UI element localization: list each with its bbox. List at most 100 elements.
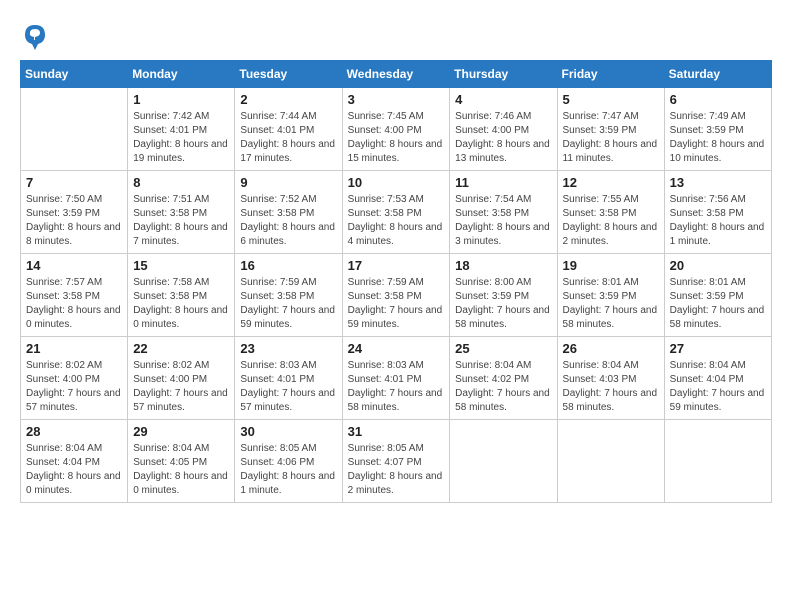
day-number: 4 xyxy=(455,92,551,107)
day-header-friday: Friday xyxy=(557,61,664,88)
calendar-table: SundayMondayTuesdayWednesdayThursdayFrid… xyxy=(20,60,772,503)
day-info: Sunrise: 8:02 AM Sunset: 4:00 PM Dayligh… xyxy=(133,359,229,415)
day-info: Sunrise: 7:58 AM Sunset: 3:58 PM Dayligh… xyxy=(133,276,229,332)
day-info: Sunrise: 8:01 AM Sunset: 3:59 PM Dayligh… xyxy=(670,276,766,332)
day-number: 24 xyxy=(348,341,445,356)
day-number: 9 xyxy=(240,175,336,190)
day-number: 13 xyxy=(670,175,766,190)
day-info: Sunrise: 7:59 AM Sunset: 3:58 PM Dayligh… xyxy=(348,276,445,332)
day-number: 21 xyxy=(26,341,122,356)
calendar-week-row: 7 Sunrise: 7:50 AM Sunset: 3:59 PM Daylig… xyxy=(21,171,772,254)
day-number: 11 xyxy=(455,175,551,190)
day-number: 22 xyxy=(133,341,229,356)
day-number: 12 xyxy=(563,175,659,190)
calendar-cell: 5 Sunrise: 7:47 AM Sunset: 3:59 PM Daylig… xyxy=(557,88,664,171)
calendar-cell: 26Sunrise: 8:04 AM Sunset: 4:03 PM Dayli… xyxy=(557,337,664,420)
day-info: Sunrise: 8:02 AM Sunset: 4:00 PM Dayligh… xyxy=(26,359,122,415)
calendar-cell: 3 Sunrise: 7:45 AM Sunset: 4:00 PM Daylig… xyxy=(342,88,450,171)
day-number: 17 xyxy=(348,258,445,273)
calendar-cell: 4 Sunrise: 7:46 AM Sunset: 4:00 PM Daylig… xyxy=(450,88,557,171)
day-info: Sunrise: 8:00 AM Sunset: 3:59 PM Dayligh… xyxy=(455,276,551,332)
calendar-cell: 28Sunrise: 8:04 AM Sunset: 4:04 PM Dayli… xyxy=(21,420,128,503)
calendar-cell: 23 Sunrise: 8:03 AM Sunset: 4:01 PM Dayli… xyxy=(235,337,342,420)
day-number: 7 xyxy=(26,175,122,190)
calendar-header-row: SundayMondayTuesdayWednesdayThursdayFrid… xyxy=(21,61,772,88)
calendar-cell: 21 Sunrise: 8:02 AM Sunset: 4:00 PM Dayli… xyxy=(21,337,128,420)
calendar-cell: 12 Sunrise: 7:55 AM Sunset: 3:58 PM Dayli… xyxy=(557,171,664,254)
calendar-cell: 29 Sunrise: 8:04 AM Sunset: 4:05 PM Dayli… xyxy=(128,420,235,503)
day-number: 2 xyxy=(240,92,336,107)
calendar-cell: 1Sunrise: 7:42 AM Sunset: 4:01 PM Daylig… xyxy=(128,88,235,171)
logo-icon xyxy=(20,20,50,50)
day-number: 3 xyxy=(348,92,445,107)
calendar-cell: 19 Sunrise: 8:01 AM Sunset: 3:59 PM Dayli… xyxy=(557,254,664,337)
calendar-cell: 11Sunrise: 7:54 AM Sunset: 3:58 PM Dayli… xyxy=(450,171,557,254)
day-number: 26 xyxy=(563,341,659,356)
day-info: Sunrise: 7:56 AM Sunset: 3:58 PM Dayligh… xyxy=(670,193,766,249)
calendar-week-row: 1Sunrise: 7:42 AM Sunset: 4:01 PM Daylig… xyxy=(21,88,772,171)
calendar-cell: 16 Sunrise: 7:59 AM Sunset: 3:58 PM Dayli… xyxy=(235,254,342,337)
day-info: Sunrise: 7:55 AM Sunset: 3:58 PM Dayligh… xyxy=(563,193,659,249)
day-info: Sunrise: 8:04 AM Sunset: 4:02 PM Dayligh… xyxy=(455,359,551,415)
calendar-cell: 30 Sunrise: 8:05 AM Sunset: 4:06 PM Dayli… xyxy=(235,420,342,503)
calendar-cell: 24 Sunrise: 8:03 AM Sunset: 4:01 PM Dayli… xyxy=(342,337,450,420)
calendar-cell: 13 Sunrise: 7:56 AM Sunset: 3:58 PM Dayli… xyxy=(664,171,771,254)
calendar-week-row: 21 Sunrise: 8:02 AM Sunset: 4:00 PM Dayli… xyxy=(21,337,772,420)
calendar-cell: 9 Sunrise: 7:52 AM Sunset: 3:58 PM Daylig… xyxy=(235,171,342,254)
day-header-monday: Monday xyxy=(128,61,235,88)
day-info: Sunrise: 8:04 AM Sunset: 4:05 PM Dayligh… xyxy=(133,442,229,498)
day-info: Sunrise: 7:50 AM Sunset: 3:59 PM Dayligh… xyxy=(26,193,122,249)
day-info: Sunrise: 7:57 AM Sunset: 3:58 PM Dayligh… xyxy=(26,276,122,332)
calendar-cell: 10Sunrise: 7:53 AM Sunset: 3:58 PM Dayli… xyxy=(342,171,450,254)
day-info: Sunrise: 8:03 AM Sunset: 4:01 PM Dayligh… xyxy=(240,359,336,415)
day-number: 6 xyxy=(670,92,766,107)
day-number: 23 xyxy=(240,341,336,356)
calendar-cell: 17 Sunrise: 7:59 AM Sunset: 3:58 PM Dayli… xyxy=(342,254,450,337)
calendar-cell: 18Sunrise: 8:00 AM Sunset: 3:59 PM Dayli… xyxy=(450,254,557,337)
day-info: Sunrise: 8:03 AM Sunset: 4:01 PM Dayligh… xyxy=(348,359,445,415)
calendar-cell: 8 Sunrise: 7:51 AM Sunset: 3:58 PM Daylig… xyxy=(128,171,235,254)
day-header-sunday: Sunday xyxy=(21,61,128,88)
calendar-cell: 14 Sunrise: 7:57 AM Sunset: 3:58 PM Dayli… xyxy=(21,254,128,337)
day-info: Sunrise: 8:05 AM Sunset: 4:06 PM Dayligh… xyxy=(240,442,336,498)
calendar-week-row: 28Sunrise: 8:04 AM Sunset: 4:04 PM Dayli… xyxy=(21,420,772,503)
calendar-cell: 22 Sunrise: 8:02 AM Sunset: 4:00 PM Dayli… xyxy=(128,337,235,420)
day-info: Sunrise: 8:04 AM Sunset: 4:04 PM Dayligh… xyxy=(670,359,766,415)
day-number: 5 xyxy=(563,92,659,107)
day-info: Sunrise: 7:51 AM Sunset: 3:58 PM Dayligh… xyxy=(133,193,229,249)
day-info: Sunrise: 7:47 AM Sunset: 3:59 PM Dayligh… xyxy=(563,110,659,166)
calendar-cell xyxy=(21,88,128,171)
day-header-tuesday: Tuesday xyxy=(235,61,342,88)
calendar-cell: 6 Sunrise: 7:49 AM Sunset: 3:59 PM Daylig… xyxy=(664,88,771,171)
day-number: 30 xyxy=(240,424,336,439)
page-header xyxy=(20,20,772,50)
day-number: 1 xyxy=(133,92,229,107)
day-number: 29 xyxy=(133,424,229,439)
day-info: Sunrise: 7:59 AM Sunset: 3:58 PM Dayligh… xyxy=(240,276,336,332)
day-info: Sunrise: 8:01 AM Sunset: 3:59 PM Dayligh… xyxy=(563,276,659,332)
day-number: 19 xyxy=(563,258,659,273)
day-info: Sunrise: 7:46 AM Sunset: 4:00 PM Dayligh… xyxy=(455,110,551,166)
calendar-cell: 15 Sunrise: 7:58 AM Sunset: 3:58 PM Dayli… xyxy=(128,254,235,337)
day-number: 15 xyxy=(133,258,229,273)
calendar-cell: 27Sunrise: 8:04 AM Sunset: 4:04 PM Dayli… xyxy=(664,337,771,420)
day-info: Sunrise: 7:45 AM Sunset: 4:00 PM Dayligh… xyxy=(348,110,445,166)
day-info: Sunrise: 7:52 AM Sunset: 3:58 PM Dayligh… xyxy=(240,193,336,249)
day-number: 31 xyxy=(348,424,445,439)
calendar-cell: 31Sunrise: 8:05 AM Sunset: 4:07 PM Dayli… xyxy=(342,420,450,503)
calendar-cell: 20 Sunrise: 8:01 AM Sunset: 3:59 PM Dayli… xyxy=(664,254,771,337)
day-number: 10 xyxy=(348,175,445,190)
calendar-cell xyxy=(664,420,771,503)
day-info: Sunrise: 7:44 AM Sunset: 4:01 PM Dayligh… xyxy=(240,110,336,166)
day-number: 14 xyxy=(26,258,122,273)
calendar-cell xyxy=(557,420,664,503)
calendar-cell: 7 Sunrise: 7:50 AM Sunset: 3:59 PM Daylig… xyxy=(21,171,128,254)
day-info: Sunrise: 7:49 AM Sunset: 3:59 PM Dayligh… xyxy=(670,110,766,166)
calendar-week-row: 14 Sunrise: 7:57 AM Sunset: 3:58 PM Dayli… xyxy=(21,254,772,337)
day-number: 8 xyxy=(133,175,229,190)
logo xyxy=(20,20,54,50)
calendar-cell: 25Sunrise: 8:04 AM Sunset: 4:02 PM Dayli… xyxy=(450,337,557,420)
day-number: 16 xyxy=(240,258,336,273)
day-number: 28 xyxy=(26,424,122,439)
day-number: 20 xyxy=(670,258,766,273)
